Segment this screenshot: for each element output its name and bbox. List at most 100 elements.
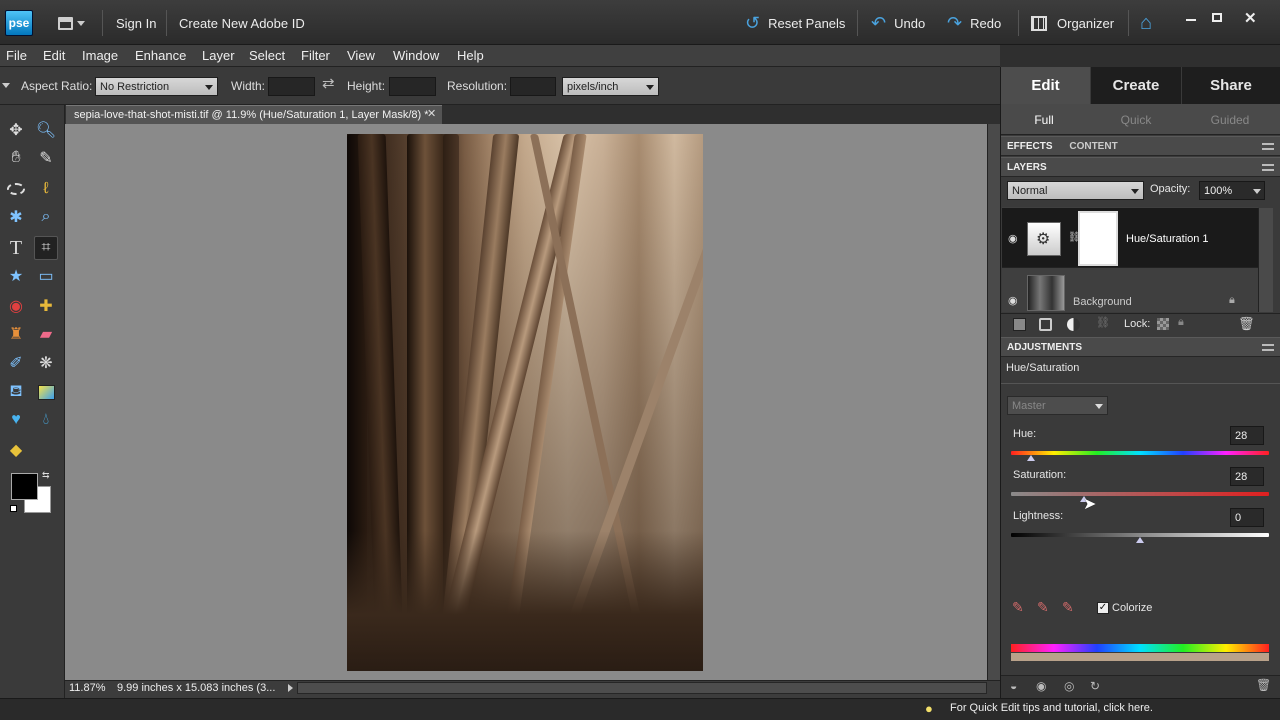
lasso-tool-icon[interactable]: ℓ xyxy=(34,177,58,201)
minimize-icon[interactable] xyxy=(1186,19,1196,21)
document-tab[interactable]: sepia-love-that-shot-misti.tif @ 11.9% (… xyxy=(66,105,442,124)
layer-row[interactable]: ◉ ⚙ ⛓ Hue/Saturation 1 xyxy=(1002,208,1258,268)
height-field[interactable] xyxy=(389,77,436,96)
reset-adjustment-icon[interactable]: ↻ xyxy=(1090,679,1100,693)
recompose-tool-icon[interactable]: ▭ xyxy=(34,264,58,288)
gradient-tool-icon[interactable] xyxy=(34,380,58,404)
crop-tool-icon[interactable]: ⌗ xyxy=(34,236,58,260)
menu-image[interactable]: Image xyxy=(82,48,118,63)
undo-button[interactable]: ↶ Undo xyxy=(871,12,925,34)
document-photo[interactable] xyxy=(347,134,703,671)
panel-menu-icon[interactable] xyxy=(1262,164,1274,171)
hue-slider-handle[interactable] xyxy=(1027,455,1035,461)
aspect-ratio-select[interactable]: No Restriction xyxy=(95,77,218,96)
saturation-field[interactable]: 28 xyxy=(1230,467,1264,486)
paint-bucket-tool-icon[interactable]: ⛾ xyxy=(4,380,28,404)
menu-edit[interactable]: Edit xyxy=(43,48,65,63)
menu-view[interactable]: View xyxy=(347,48,375,63)
adjustment-layer-icon[interactable] xyxy=(1067,318,1080,331)
chevron-down-icon[interactable] xyxy=(1253,189,1261,194)
zoom-level[interactable]: 11.87% xyxy=(69,682,106,694)
delete-layer-icon[interactable]: 🗑︎ xyxy=(1238,316,1255,332)
type-tool-icon[interactable]: T xyxy=(4,236,28,260)
hue-field[interactable]: 28 xyxy=(1230,426,1264,445)
custom-shape-tool-icon[interactable]: ♥ xyxy=(4,408,28,432)
cookie-cutter-tool-icon[interactable]: ★ xyxy=(4,264,28,288)
tool-options-arrow-icon[interactable] xyxy=(2,83,10,88)
healing-brush-tool-icon[interactable]: ✚ xyxy=(34,294,58,318)
clip-to-layer-icon[interactable]: ◒ xyxy=(1010,679,1017,693)
width-field[interactable] xyxy=(268,77,315,96)
link-layers-icon[interactable]: ⛓ xyxy=(1096,316,1110,329)
marquee-tool-icon[interactable] xyxy=(4,177,28,201)
foreground-color-swatch[interactable] xyxy=(11,473,38,500)
menu-file[interactable]: File xyxy=(6,48,27,63)
layer-mask-thumbnail[interactable] xyxy=(1078,211,1118,266)
workspace-button[interactable] xyxy=(58,13,94,33)
eraser-tool-icon[interactable]: ▰ xyxy=(34,322,58,346)
eyedropper-tool-icon[interactable]: ✎ xyxy=(34,146,58,170)
saturation-slider[interactable] xyxy=(1011,492,1269,496)
panel-menu-icon[interactable] xyxy=(1262,344,1274,351)
zoom-tool-icon[interactable]: 🔍︎ xyxy=(34,118,58,142)
status-menu-arrow-icon[interactable] xyxy=(288,684,293,692)
swap-colors-icon[interactable]: ⇆ xyxy=(42,470,50,481)
colorize-checkbox[interactable]: ✓ xyxy=(1097,602,1109,614)
layers-scrollbar[interactable] xyxy=(1258,208,1273,312)
vertical-scrollbar[interactable] xyxy=(987,124,1000,680)
opacity-field[interactable]: 100% xyxy=(1199,181,1265,200)
maximize-icon[interactable] xyxy=(1212,13,1222,22)
create-adobe-id-link[interactable]: Create New Adobe ID xyxy=(179,16,305,31)
quick-edit-tip-link[interactable]: For Quick Edit tips and tutorial, click … xyxy=(950,702,1153,714)
horizontal-scrollbar[interactable] xyxy=(297,682,987,694)
layer-row[interactable]: ◉ Background 🔒︎ xyxy=(1002,271,1258,311)
redo-button[interactable]: ↷ Redo xyxy=(947,12,1001,34)
lock-all-icon[interactable]: 🔒︎ xyxy=(1178,316,1184,329)
delete-adjustment-icon[interactable]: 🗑︎ xyxy=(1256,678,1271,692)
new-layer-icon[interactable] xyxy=(1013,318,1026,331)
home-icon[interactable]: ⌂ xyxy=(1140,13,1160,33)
tab-content[interactable]: CONTENT xyxy=(1069,141,1117,152)
tab-edit[interactable]: Edit xyxy=(1001,67,1090,104)
menu-filter[interactable]: Filter xyxy=(301,48,330,63)
quick-selection-tool-icon[interactable]: ⌕ xyxy=(34,205,58,229)
eye-icon[interactable]: ◉ xyxy=(1008,232,1018,245)
magic-wand-tool-icon[interactable]: ✱ xyxy=(4,205,28,229)
subtab-full[interactable]: Full xyxy=(1001,106,1087,133)
eyedropper-minus-icon[interactable]: ✎ xyxy=(1062,599,1074,616)
eye-icon[interactable]: ◉ xyxy=(1008,294,1018,307)
close-icon[interactable]: ✕ xyxy=(1244,9,1257,27)
organizer-button[interactable]: Organizer xyxy=(1031,12,1114,34)
subtab-guided[interactable]: Guided xyxy=(1186,106,1274,133)
lightness-field[interactable]: 0 xyxy=(1230,508,1264,527)
hue-slider[interactable] xyxy=(1011,451,1269,455)
channel-select[interactable]: Master xyxy=(1007,396,1108,415)
layer-name[interactable]: Hue/Saturation 1 xyxy=(1126,233,1209,245)
tab-share[interactable]: Share xyxy=(1182,67,1280,104)
tab-create[interactable]: Create xyxy=(1091,67,1181,104)
menu-select[interactable]: Select xyxy=(249,48,285,63)
eyedropper-plus-icon[interactable]: ✎ xyxy=(1037,599,1049,616)
panel-menu-icon[interactable] xyxy=(1262,143,1274,150)
hand-tool-icon[interactable]: ✋︎ xyxy=(4,146,28,170)
default-colors-icon[interactable] xyxy=(10,505,17,512)
visibility-icon[interactable]: ◉ xyxy=(1036,679,1046,693)
clone-stamp-tool-icon[interactable]: ♜ xyxy=(4,322,28,346)
red-eye-tool-icon[interactable]: ◉ xyxy=(4,294,28,318)
resolution-units-select[interactable]: pixels/inch xyxy=(562,77,659,96)
sign-in-link[interactable]: Sign In xyxy=(116,16,156,31)
sponge-tool-icon[interactable]: ◆ xyxy=(4,438,28,462)
tab-effects[interactable]: EFFECTS xyxy=(1007,141,1053,152)
reset-panels-button[interactable]: ↺ Reset Panels xyxy=(745,12,845,34)
menu-window[interactable]: Window xyxy=(393,48,439,63)
menu-layer[interactable]: Layer xyxy=(202,48,235,63)
layer-name[interactable]: Background xyxy=(1073,296,1132,308)
subtab-quick[interactable]: Quick xyxy=(1093,106,1179,133)
close-document-icon[interactable]: ✕ xyxy=(427,107,436,120)
blur-tool-icon[interactable]: 💧︎ xyxy=(34,408,58,432)
view-previous-icon[interactable]: ◎ xyxy=(1064,679,1074,693)
smart-brush-tool-icon[interactable]: ❋ xyxy=(34,351,58,375)
lightness-slider-handle[interactable] xyxy=(1136,537,1144,543)
swap-icon[interactable]: ⇄ xyxy=(322,74,335,92)
lock-transparency-icon[interactable] xyxy=(1157,318,1169,330)
